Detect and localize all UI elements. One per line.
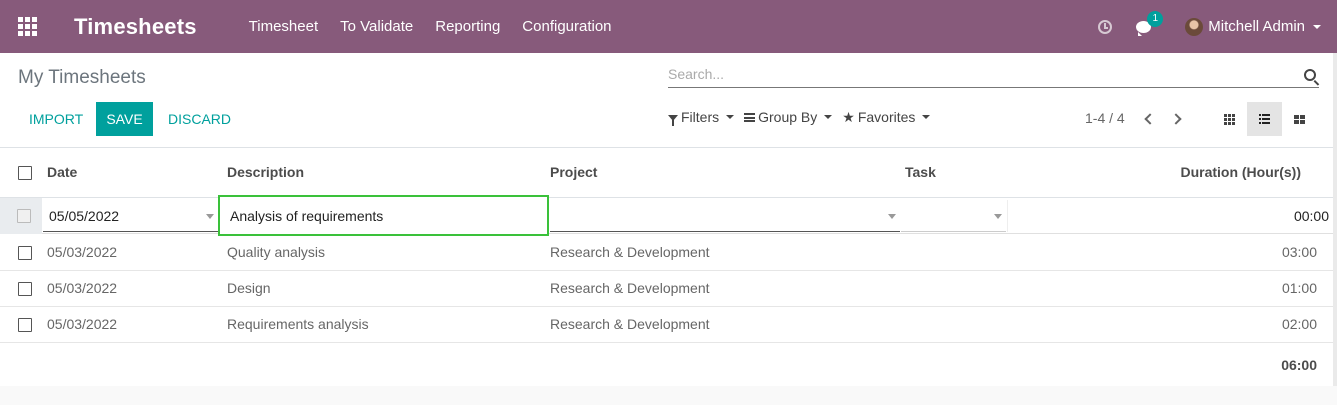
task-field [901,200,1006,232]
import-button[interactable]: IMPORT [18,102,94,136]
cell-duration: 02:00 [1281,316,1317,332]
task-input[interactable] [901,200,1006,231]
column-date[interactable]: Date [47,164,77,180]
filter-icon [668,115,678,126]
chat-count-badge: 1 [1147,10,1164,27]
pager-value[interactable]: 1-4 / 4 [1085,110,1125,126]
list-view-button[interactable] [1247,102,1282,136]
menu-reporting[interactable]: Reporting [435,18,500,35]
search-bar [668,64,1319,88]
description-field [218,195,549,236]
cell-description: Design [227,280,271,296]
clock-icon[interactable] [1098,19,1113,34]
row-checkbox[interactable] [17,209,31,223]
duration-input[interactable] [1008,200,1333,232]
timesheet-list: Date Description Project Task Duration (… [0,148,1337,386]
app-title[interactable]: Timesheets [74,14,197,40]
caret-down-icon [922,115,931,119]
menu-to-validate[interactable]: To Validate [340,18,413,35]
star-icon: ★ [842,109,855,125]
select-all-checkbox[interactable] [18,166,32,180]
menu-configuration[interactable]: Configuration [522,18,611,35]
apps-grid-icon [17,17,37,36]
chevron-down-icon[interactable] [994,214,1002,219]
duration-field [1007,200,1333,232]
caret-down-icon [726,115,735,119]
row-handle [0,198,42,234]
cell-project: Research & Development [550,316,710,332]
description-input[interactable] [220,197,547,234]
column-duration[interactable]: Duration (Hour(s)) [1180,164,1301,180]
row-checkbox[interactable] [18,282,32,296]
view-switcher [1212,102,1317,136]
pager-next-button[interactable] [1170,112,1182,126]
cell-duration: 01:00 [1281,280,1317,296]
total-duration: 06:00 [1281,357,1317,373]
date-input[interactable] [43,200,218,231]
chevron-down-icon[interactable] [888,214,896,219]
menu-timesheet[interactable]: Timesheet [249,18,318,35]
table-row[interactable]: 05/03/2022 Requirements analysis Researc… [0,307,1337,343]
chevron-down-icon[interactable] [1313,24,1321,29]
project-field [550,200,900,232]
row-checkbox[interactable] [18,318,32,332]
date-field [43,200,218,232]
search-input[interactable] [668,64,1288,82]
control-panel: My Timesheets IMPORT SAVE DISCARD Filter… [0,53,1337,148]
table-row[interactable]: 05/03/2022 Quality analysis Research & D… [0,235,1337,271]
table-header: Date Description Project Task Duration (… [0,148,1337,198]
column-description[interactable]: Description [227,164,304,180]
bars-icon [744,112,756,122]
page-title: My Timesheets [18,67,146,88]
editable-row [0,198,1337,234]
group-by-label: Group By [758,109,818,125]
cell-date: 05/03/2022 [47,316,118,332]
cell-description: Quality analysis [227,244,326,260]
favorites-label: Favorites [857,109,916,125]
table-row[interactable]: 05/03/2022 Design Research & Development… [0,271,1337,307]
avatar[interactable] [1185,17,1204,36]
kanban-view-button[interactable] [1212,102,1247,136]
group-by-dropdown[interactable]: Group By [744,109,833,125]
column-project[interactable]: Project [550,164,597,180]
grid-icon [1294,114,1305,124]
chevron-down-icon[interactable] [206,214,214,219]
cell-duration: 03:00 [1281,244,1317,260]
favorites-dropdown[interactable]: ★ Favorites [842,109,931,125]
cell-date: 05/03/2022 [47,244,118,260]
save-button[interactable]: SAVE [96,102,153,136]
list-icon [1259,114,1270,124]
caret-down-icon [824,115,833,119]
row-checkbox[interactable] [18,246,32,260]
scrollbar[interactable] [1333,53,1337,386]
filters-label: Filters [681,109,720,125]
pager-previous-button[interactable] [1143,112,1156,126]
grid-view-button[interactable] [1282,102,1317,136]
messaging-button[interactable]: 1 [1136,10,1164,36]
chevron-left-icon [1144,113,1156,125]
kanban-icon [1224,113,1235,125]
search-options: Filters Group By ★ Favorites [668,109,940,126]
table-footer: 06:00 [0,343,1337,386]
discard-button[interactable]: DISCARD [157,102,242,136]
cell-project: Research & Development [550,280,710,296]
project-input[interactable] [550,200,900,231]
chevron-right-icon [1170,113,1182,125]
cell-project: Research & Development [550,244,710,260]
cell-description: Requirements analysis [227,316,369,332]
top-navbar: Timesheets Timesheet To Validate Reporti… [0,0,1337,53]
search-icon[interactable] [1304,69,1316,81]
cell-date: 05/03/2022 [47,280,118,296]
user-menu-name[interactable]: Mitchell Admin [1208,18,1305,35]
navbar-systray: 1 Mitchell Admin [1098,0,1337,53]
filters-dropdown[interactable]: Filters [668,109,735,126]
apps-menu-button[interactable] [0,0,54,53]
column-task[interactable]: Task [905,164,936,180]
